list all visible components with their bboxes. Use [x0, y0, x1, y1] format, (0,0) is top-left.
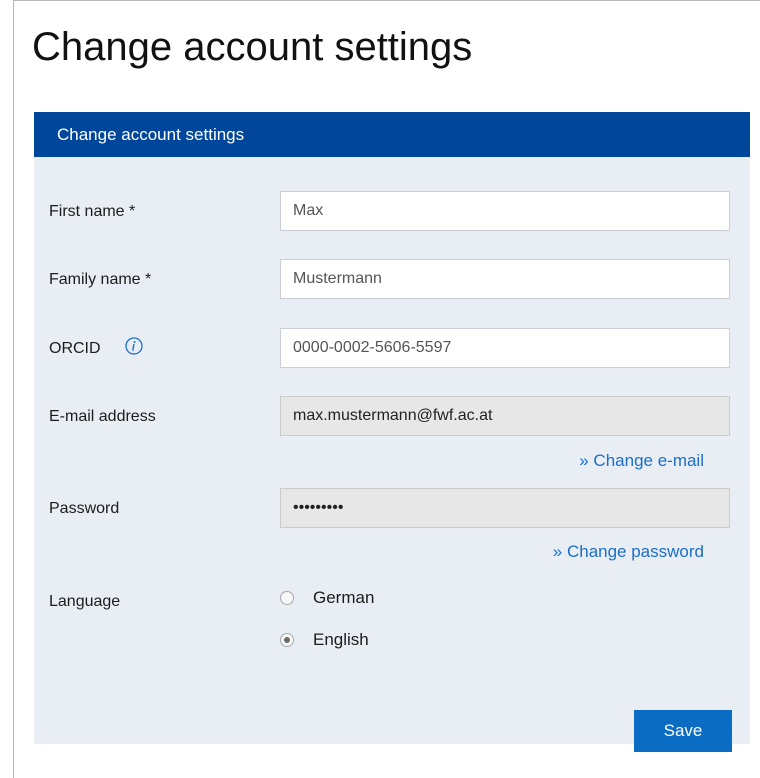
radio-german-label: German [313, 588, 375, 607]
radio-english[interactable] [280, 633, 294, 647]
language-label: Language [49, 593, 121, 610]
panel-header: Change account settings [34, 112, 750, 157]
change-password-link[interactable]: » Change password [553, 542, 704, 562]
family-name-input[interactable] [280, 259, 730, 299]
info-icon[interactable] [125, 337, 143, 355]
orcid-input[interactable] [280, 328, 730, 368]
password-field [280, 488, 730, 528]
frame-top-border [13, 0, 760, 1]
radio-english-label: English [313, 630, 369, 649]
email-field [280, 396, 730, 436]
save-button[interactable]: Save [634, 710, 732, 752]
first-name-label: First name * [49, 203, 136, 220]
first-name-input[interactable] [280, 191, 730, 231]
email-label: E-mail address [49, 408, 156, 425]
radio-german[interactable] [280, 591, 294, 605]
change-email-link[interactable]: » Change e-mail [579, 451, 704, 471]
language-option-german[interactable]: German [280, 587, 374, 609]
page: Change account settings Change account s… [0, 0, 760, 778]
frame-left-border [13, 0, 14, 778]
password-label: Password [49, 500, 120, 517]
settings-panel: Change account settings First name * Fam… [34, 112, 750, 752]
language-option-english[interactable]: English [280, 629, 369, 651]
family-name-label: Family name * [49, 271, 152, 288]
orcid-label: ORCID [49, 340, 101, 357]
page-title: Change account settings [32, 25, 473, 69]
